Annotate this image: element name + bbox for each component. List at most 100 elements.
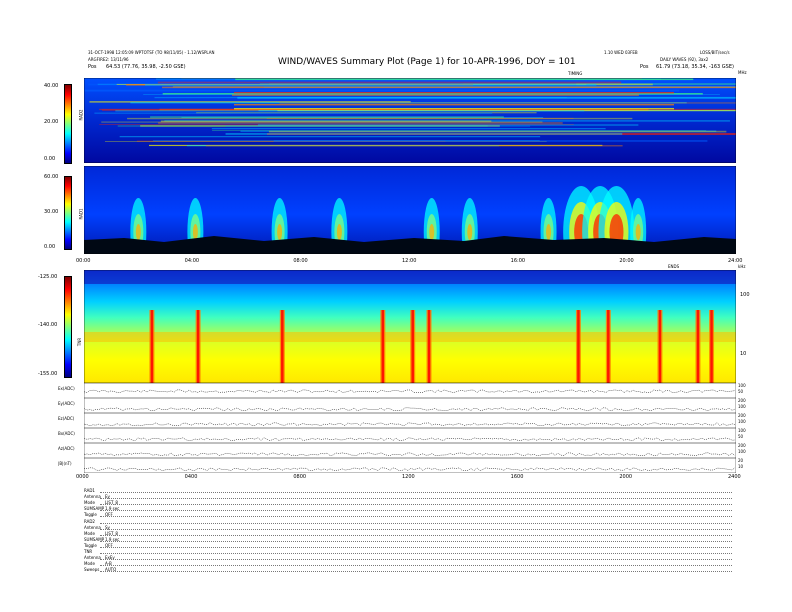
setting-label: Toggle: [84, 542, 97, 548]
setting-dotted-line: [100, 565, 732, 567]
header-pos-label-left: Pos: [88, 64, 97, 70]
rad2-emission-band: [94, 112, 493, 114]
setting-label: Mode: [84, 500, 95, 506]
setting-dotted-line: [100, 528, 732, 530]
tnr-spike: [427, 310, 431, 383]
time-axis-bottom-label: 0800: [293, 474, 307, 480]
rad2-emission-band: [234, 92, 674, 94]
rad2-emission-band: [205, 145, 623, 147]
header-info-line1: 31-OCT-1998 12:05:09 WPTOTSF (TO 98/11/0…: [88, 50, 215, 55]
rad2-emission-band: [225, 125, 531, 127]
trace-right-tick: 200: [738, 413, 746, 418]
trace-plot: [84, 383, 736, 398]
rad2-emission-band: [115, 110, 585, 112]
setting-dotted-line: [100, 522, 732, 524]
time-axis-bottom-label: 0400: [184, 474, 198, 480]
setting-label: RAD1: [84, 488, 95, 493]
trace-right-tick: 200: [738, 443, 746, 448]
setting-dotted-line: [100, 553, 732, 554]
trace-label: Bx(ADC): [58, 431, 75, 436]
setting-dotted-line: [100, 510, 732, 512]
tnr-spike: [710, 310, 713, 383]
rad2-emission-band: [211, 128, 606, 130]
rad1-burst: [546, 224, 552, 240]
chart-title: WIND/WAVES Summary Plot (Page 1) for 10-…: [278, 57, 576, 67]
setting-dotted-line: [100, 492, 732, 493]
trace-right-tick: 200: [738, 398, 746, 403]
trace-right-tick: 10: [738, 464, 744, 469]
trace-line: [84, 389, 736, 394]
rad2-emission-band: [235, 78, 694, 81]
setting-dotted-line: [100, 540, 732, 542]
rad2-emission-band: [154, 97, 567, 99]
setting-label: Antenna: [84, 494, 101, 500]
setting-dotted-line: [100, 559, 732, 561]
trace-plot: [84, 443, 736, 458]
header-info-line2: ARGFIRE2: 13/11/96: [88, 57, 129, 62]
rad2-spectrogram: [84, 78, 736, 163]
tnr-right-tick-100: 100: [740, 292, 750, 298]
tnr-spike: [281, 310, 284, 383]
rad1-ylabel: RAD1: [78, 208, 84, 220]
setting-dotted-line: [100, 546, 732, 548]
tnr-spectrogram: [84, 270, 736, 383]
time-axis-label: 08:00: [293, 258, 308, 264]
rad1-burst: [467, 224, 473, 240]
time-axis-bottom-label: 1200: [402, 474, 415, 480]
time-axis-bottom-label: 0000: [76, 474, 89, 480]
rad2-emission-band: [266, 117, 574, 119]
rad1-colorbar: [64, 176, 72, 250]
tnr-spike: [607, 310, 610, 383]
rad2-emission-band: [152, 140, 540, 142]
trace-right-tick: 50: [738, 434, 744, 439]
setting-label: RAD2: [84, 518, 95, 524]
rad1-spectrogram: [84, 166, 736, 254]
time-axis-label: 16:00: [510, 258, 526, 264]
time-axis-label: 00:00: [76, 258, 91, 264]
trace-plot: [84, 398, 736, 413]
trace-frame: [84, 458, 736, 473]
trace-right-tick: 100: [738, 428, 746, 433]
trace-label: Ez(ADC): [58, 416, 75, 421]
rad2-emission-band: [157, 81, 622, 84]
trace-right-tick: 20: [738, 458, 744, 463]
trace-line: [84, 437, 736, 442]
setting-label: TNR: [84, 549, 93, 554]
tnr-spike: [696, 310, 700, 383]
trace-plot: [84, 458, 736, 473]
header-pos-label-right: Pos: [640, 64, 649, 70]
rad2-emission-band: [279, 102, 736, 104]
setting-label: Antenna: [84, 524, 101, 530]
time-axis-bottom-label: 2400: [728, 474, 741, 480]
trace-line: [84, 407, 736, 411]
time-axis-label: 20:00: [619, 258, 634, 264]
rad2-emission-band: [225, 133, 623, 135]
rad2-tick-bottom: 0.00: [44, 156, 56, 162]
rad2-tick-top: 40.00: [44, 83, 59, 89]
tnr-spike: [381, 310, 385, 383]
header-info-right1: 1.10 WED 03FEB: [604, 50, 638, 55]
trace-frame: [84, 398, 736, 413]
tnr-spike: [411, 310, 414, 383]
rad1-burst: [336, 224, 342, 240]
setting-label: Mode: [84, 561, 95, 567]
rad2-tick-mid: 20.00: [44, 119, 59, 125]
trace-label: Az(ADC): [58, 446, 75, 451]
tnr-spike: [658, 310, 662, 383]
tnr-unit-label: kHz: [738, 264, 746, 269]
trace-right-tick: 100: [738, 383, 746, 388]
rad2-emission-band: [234, 108, 674, 110]
time-axis-label: 12:00: [402, 258, 417, 264]
trace-frame: [84, 428, 736, 443]
rad2-emission-band: [145, 84, 597, 86]
tnr-colorbar: [64, 276, 72, 378]
rad1-tick-mid: 30.00: [44, 209, 59, 215]
rad1-burst: [429, 224, 435, 240]
rad2-unit-label: MHz: [738, 70, 747, 75]
trace-plot: [84, 413, 736, 428]
tnr-tick-mid: -140.00: [38, 322, 58, 328]
header-info-right1b: LOSS/BIT/sec/s: [700, 50, 730, 55]
tnr-corner-label: ENDS: [668, 264, 680, 269]
setting-label: Sweeps: [84, 567, 100, 573]
tnr-tick-top: -125.00: [38, 274, 58, 280]
